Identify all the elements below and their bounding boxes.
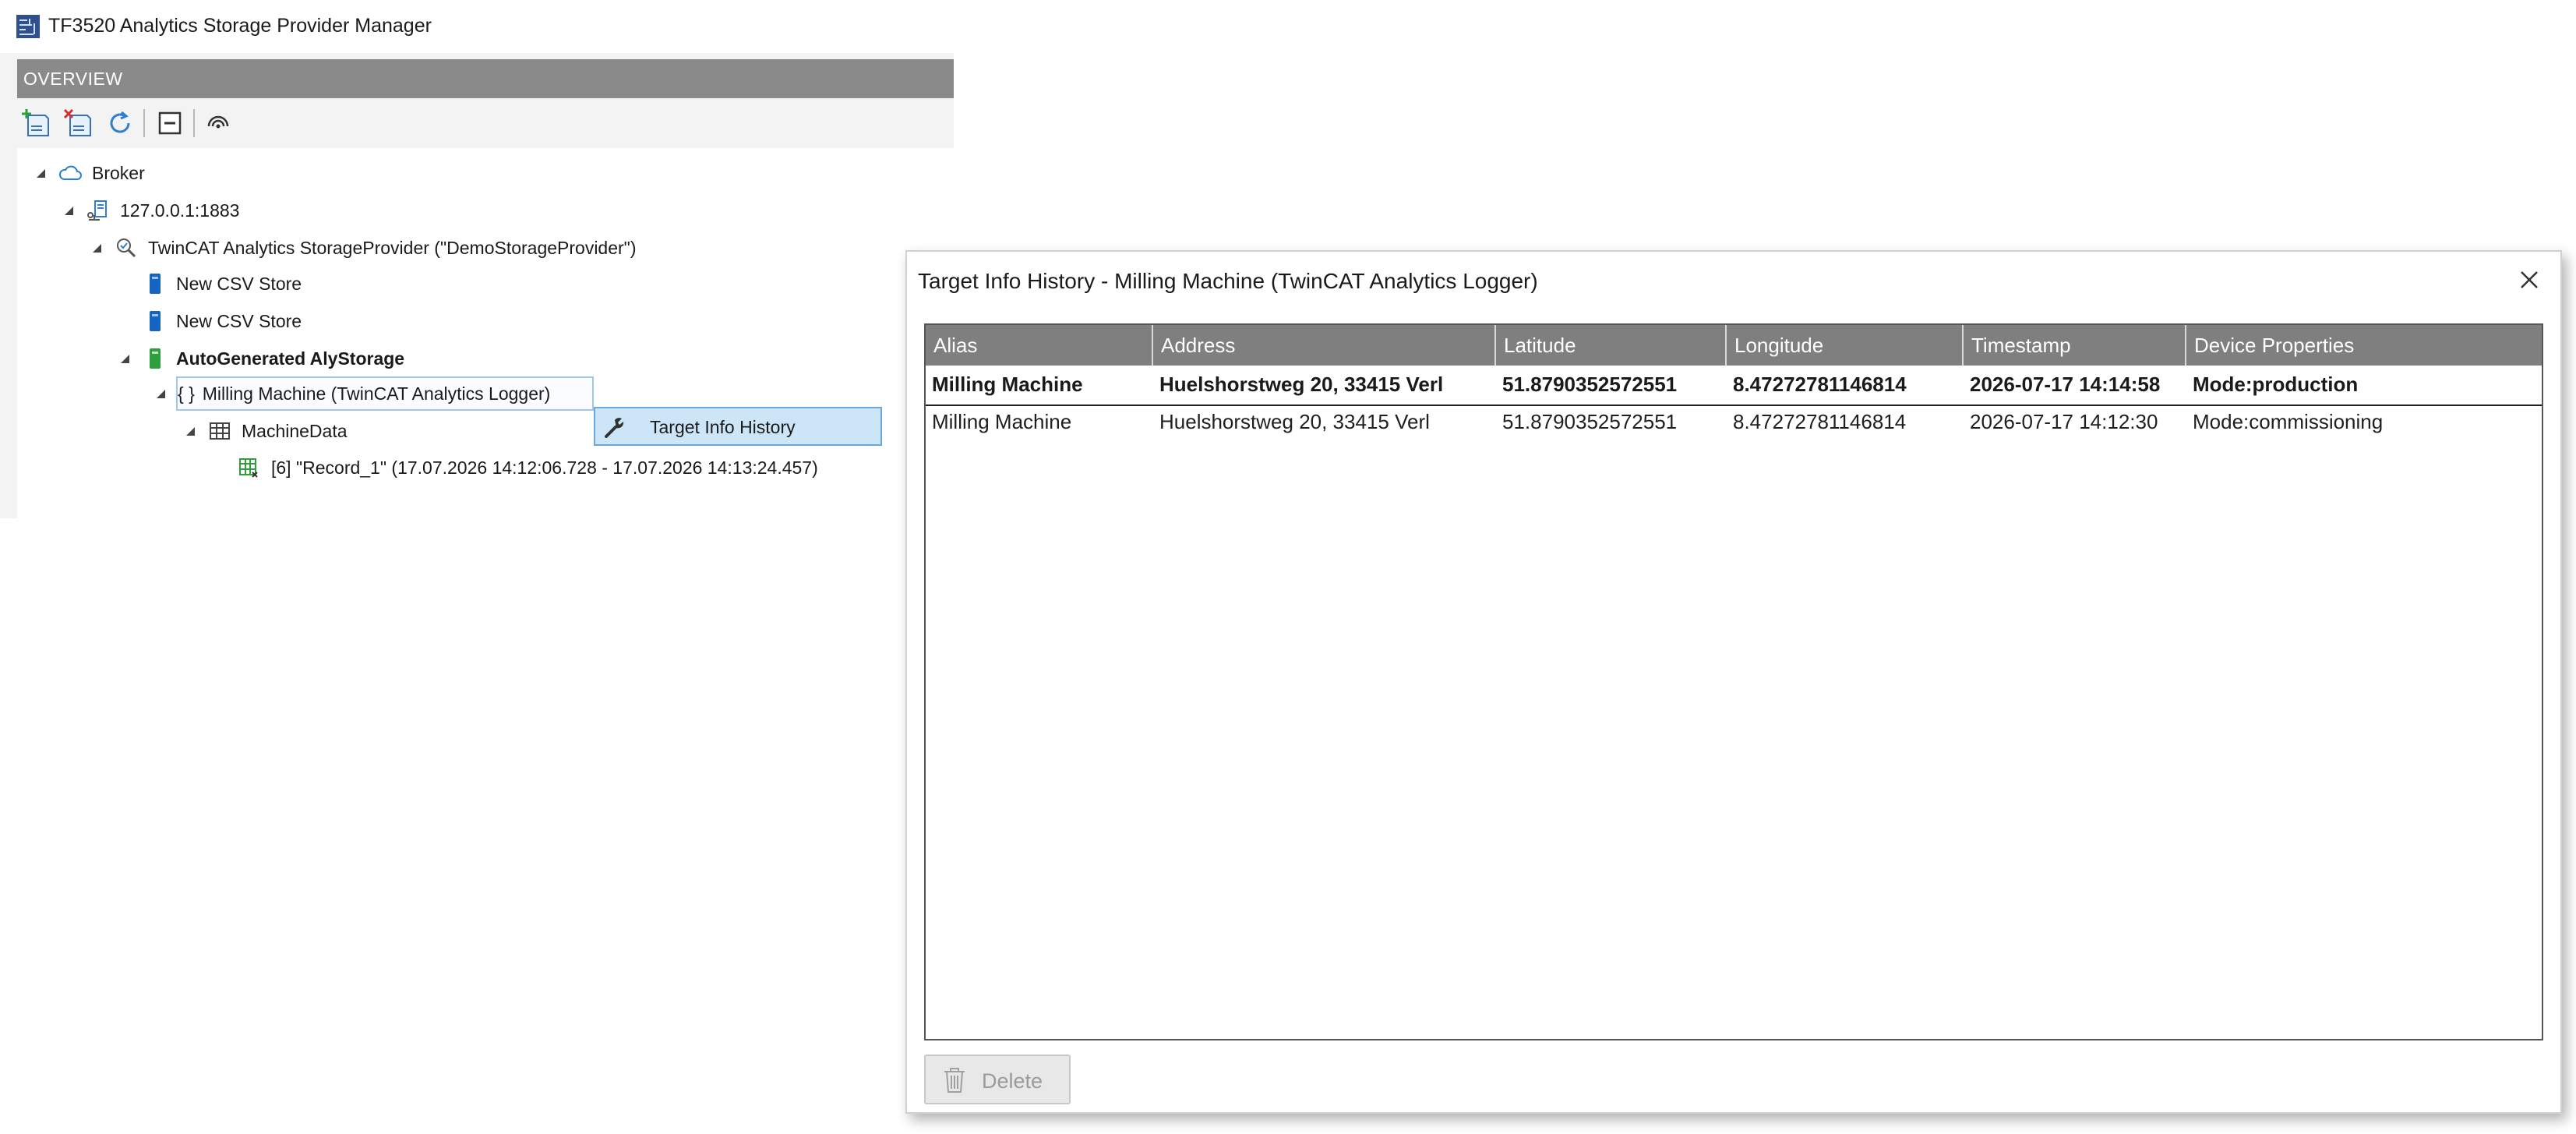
cell-longitude: 8.47272781146814 [1733, 373, 1907, 396]
expanded-icon[interactable] [31, 164, 50, 182]
add-storage-icon[interactable] [19, 106, 53, 140]
tree-item-broker[interactable]: Broker [31, 156, 145, 190]
cell-device-properties: Mode:production [2193, 373, 2359, 396]
remove-storage-icon[interactable] [61, 106, 95, 140]
cell-device-properties: Mode:commissioning [2193, 410, 2384, 433]
cell-longitude: 8.47272781146814 [1733, 410, 1907, 433]
tree-label-machinedata: MachineData [242, 420, 348, 441]
context-menu-label: Target Info History [650, 417, 796, 437]
tree-label-csv-store: New CSV Store [176, 273, 302, 294]
overview-toolbar [17, 98, 954, 148]
cell-alias: Milling Machine [932, 373, 1083, 396]
column-header-longitude[interactable]: Longitude [1727, 325, 1964, 366]
tree-label-logger: Milling Machine (TwinCAT Analytics Logge… [202, 383, 551, 404]
network-storage-icon [87, 200, 107, 221]
column-header-device-properties[interactable]: Device Properties [2186, 325, 2542, 366]
tree-item-csv-store-1[interactable]: New CSV Store [142, 267, 302, 301]
toolbar-separator [193, 109, 195, 137]
cloud-icon [58, 165, 82, 180]
column-header-alias[interactable]: Alias [926, 325, 1153, 366]
cell-timestamp: 2026-07-17 14:12:30 [1970, 410, 2158, 433]
main-window: TF3520 Analytics Storage Provider Manage… [0, 0, 954, 518]
expanded-icon[interactable] [181, 422, 199, 440]
tree-item-machinedata[interactable]: MachineData [181, 414, 348, 448]
cell-latitude: 51.8790352572551 [1502, 410, 1678, 433]
column-header-latitude[interactable]: Latitude [1496, 325, 1727, 366]
expanded-icon[interactable] [59, 201, 78, 220]
tree-item-csv-store-2[interactable]: New CSV Store [142, 304, 302, 338]
close-icon[interactable] [2512, 263, 2546, 297]
overview-label: OVERVIEW [23, 69, 123, 89]
cell-alias: Milling Machine [932, 410, 1072, 433]
cell-timestamp: 2026-07-17 14:14:58 [1970, 373, 2161, 396]
alystorage-icon [150, 348, 161, 369]
tree-label-provider: TwinCAT Analytics StorageProvider ("Demo… [148, 237, 637, 258]
tree-label-autogenerated: AutoGenerated AlyStorage [176, 348, 405, 369]
target-info-history-dialog: Target Info History - Milling Machine (T… [905, 250, 2562, 1114]
history-table: Alias Address Latitude Longitude Timesta… [924, 323, 2543, 1040]
column-header-timestamp[interactable]: Timestamp [1964, 325, 2186, 366]
tree-label-csv-store: New CSV Store [176, 310, 302, 331]
expanded-icon[interactable] [115, 349, 134, 368]
json-brace-icon: { } [178, 383, 195, 404]
cell-address: Huelshorstweg 20, 33415 Verl [1159, 410, 1430, 433]
delete-button[interactable]: Delete [924, 1055, 1071, 1104]
dialog-title: Target Info History - Milling Machine (T… [918, 269, 1538, 293]
refresh-icon[interactable] [103, 106, 137, 140]
cell-address: Huelshorstweg 20, 33415 Verl [1159, 373, 1444, 396]
title-bar: TF3520 Analytics Storage Provider Manage… [0, 0, 954, 53]
toolbar-separator [143, 109, 145, 137]
tree-item-autogenerated[interactable]: AutoGenerated AlyStorage [115, 341, 404, 376]
record-icon [239, 458, 258, 478]
table-header: Alias Address Latitude Longitude Timesta… [926, 325, 2542, 366]
csv-store-icon [150, 274, 161, 294]
table-row[interactable]: Milling Machine Huelshorstweg 20, 33415 … [926, 366, 2542, 406]
tree-item-logger[interactable]: { } Milling Machine (TwinCAT Analytics L… [151, 376, 550, 411]
tree-label-broker: Broker [92, 162, 145, 183]
context-menu-item-target-info-history[interactable]: Target Info History [594, 407, 882, 446]
wrench-icon [605, 418, 624, 438]
table-icon [210, 422, 230, 440]
table-row[interactable]: Milling Machine Huelshorstweg 20, 33415 … [926, 403, 2542, 440]
csv-store-icon [150, 311, 161, 331]
app-icon [16, 15, 40, 38]
watch-icon[interactable] [201, 106, 235, 140]
overview-header: OVERVIEW [17, 59, 954, 98]
tree-label-record: [6] "Record_1" (17.07.2026 14:12:06.728 … [271, 457, 818, 478]
column-header-address[interactable]: Address [1153, 325, 1496, 366]
window-title: TF3520 Analytics Storage Provider Manage… [48, 15, 432, 37]
collapse-all-icon[interactable] [153, 106, 187, 140]
delete-label: Delete [982, 1069, 1043, 1093]
tree-item-record[interactable]: [6] "Record_1" (17.07.2026 14:12:06.728 … [237, 450, 818, 485]
storage-provider-icon [117, 238, 136, 258]
tree-item-provider[interactable]: TwinCAT Analytics StorageProvider ("Demo… [87, 231, 637, 265]
trash-icon [944, 1068, 965, 1093]
tree-item-host[interactable]: 127.0.0.1:1883 [59, 193, 239, 228]
expanded-icon[interactable] [151, 384, 170, 403]
cell-latitude: 51.8790352572551 [1502, 373, 1678, 396]
expanded-icon[interactable] [87, 238, 106, 257]
tree-label-host: 127.0.0.1:1883 [120, 200, 240, 221]
